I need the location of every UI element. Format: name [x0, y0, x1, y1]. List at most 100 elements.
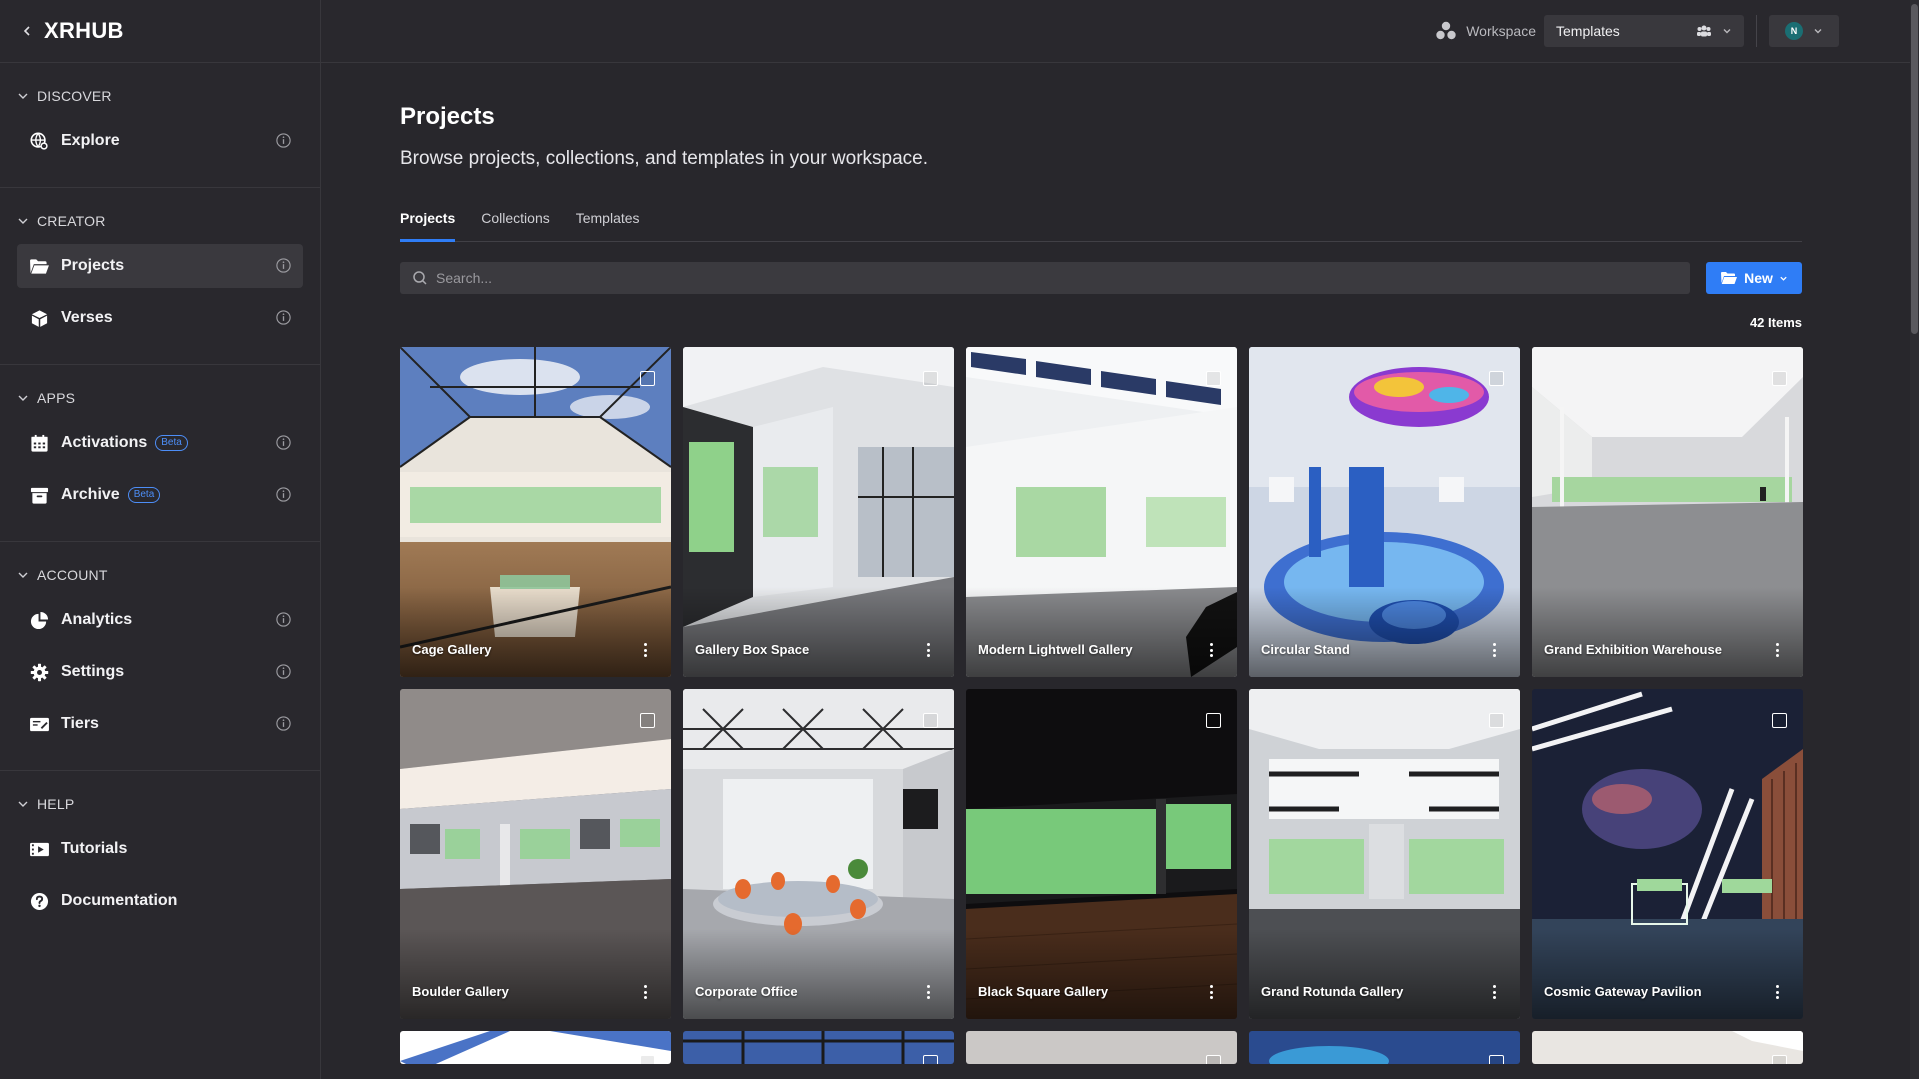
- select-checkbox[interactable]: [923, 371, 938, 386]
- project-thumbnail: [400, 1031, 671, 1064]
- more-options-icon[interactable]: [643, 985, 647, 999]
- ticket-icon: [28, 713, 50, 735]
- tab-templates[interactable]: Templates: [576, 210, 640, 242]
- select-checkbox[interactable]: [1772, 713, 1787, 728]
- more-options-icon[interactable]: [1775, 985, 1779, 999]
- project-card[interactable]: Grand Rotunda Gallery: [1249, 689, 1520, 1019]
- card-overlay: [400, 929, 671, 1019]
- project-card[interactable]: Corporate Office: [683, 689, 954, 1019]
- sidebar-item-verses[interactable]: Verses: [17, 296, 303, 340]
- select-checkbox[interactable]: [1206, 713, 1221, 728]
- more-options-icon[interactable]: [643, 643, 647, 657]
- select-checkbox[interactable]: [923, 713, 938, 728]
- page-scrollbar[interactable]: [1910, 0, 1919, 1079]
- project-name: Grand Rotunda Gallery: [1261, 984, 1404, 999]
- select-checkbox[interactable]: [1772, 1055, 1787, 1064]
- info-icon[interactable]: [275, 611, 293, 629]
- info-icon[interactable]: [275, 486, 293, 504]
- project-card[interactable]: [966, 1031, 1237, 1064]
- project-card[interactable]: [1532, 1031, 1803, 1064]
- select-checkbox[interactable]: [1206, 1055, 1221, 1064]
- project-card[interactable]: Black Square Gallery: [966, 689, 1237, 1019]
- project-card[interactable]: [1249, 1031, 1520, 1064]
- sidebar-section-toggle[interactable]: ACCOUNT: [17, 566, 303, 584]
- info-icon[interactable]: [275, 309, 293, 327]
- select-checkbox[interactable]: [640, 1055, 655, 1064]
- sidebar-item-tiers[interactable]: Tiers: [17, 702, 303, 746]
- workspace-label: Workspace: [1466, 23, 1536, 39]
- info-icon[interactable]: [275, 132, 293, 150]
- sidebar-item-label: Archive: [61, 486, 120, 503]
- project-card[interactable]: Modern Lightwell Gallery: [966, 347, 1237, 677]
- back-button[interactable]: [16, 20, 38, 42]
- sidebar-item-documentation[interactable]: Documentation: [17, 879, 303, 923]
- project-card[interactable]: [683, 1031, 954, 1064]
- info-icon[interactable]: [275, 663, 293, 681]
- new-button[interactable]: New: [1706, 262, 1802, 294]
- project-thumbnail: [966, 1031, 1237, 1064]
- sidebar-item-label: Verses: [61, 309, 113, 326]
- sidebar-section-toggle[interactable]: HELP: [17, 795, 303, 813]
- team-icon: [1697, 25, 1711, 37]
- avatar: N: [1785, 22, 1803, 40]
- project-card[interactable]: [400, 1031, 671, 1064]
- project-card[interactable]: Circular Stand: [1249, 347, 1520, 677]
- sidebar-section-discover: DISCOVER Explore: [0, 63, 320, 188]
- select-checkbox[interactable]: [1489, 371, 1504, 386]
- sidebar-item-archive[interactable]: Archive Beta: [17, 473, 303, 517]
- select-checkbox[interactable]: [640, 713, 655, 728]
- sidebar-section-toggle[interactable]: APPS: [17, 389, 303, 407]
- select-checkbox[interactable]: [923, 1055, 938, 1064]
- sidebar-section-title: HELP: [37, 796, 75, 812]
- sidebar-item-analytics[interactable]: Analytics: [17, 598, 303, 642]
- more-options-icon[interactable]: [1209, 985, 1213, 999]
- project-card[interactable]: Cage Gallery: [400, 347, 671, 677]
- select-checkbox[interactable]: [1489, 713, 1504, 728]
- sidebar-item-label: Activations: [61, 434, 148, 451]
- workspace-select[interactable]: Templates: [1544, 15, 1744, 47]
- select-checkbox[interactable]: [1206, 371, 1221, 386]
- project-card[interactable]: Grand Exhibition Warehouse: [1532, 347, 1803, 677]
- sidebar-item-activations[interactable]: Activations Beta: [17, 421, 303, 465]
- chevron-down-icon: [1814, 29, 1822, 34]
- search-box: [400, 262, 1690, 294]
- more-options-icon[interactable]: [1209, 643, 1213, 657]
- chevron-down-icon: [17, 90, 29, 102]
- project-card[interactable]: Boulder Gallery: [400, 689, 671, 1019]
- new-button-label: New: [1744, 270, 1773, 286]
- project-card[interactable]: Cosmic Gateway Pavilion: [1532, 689, 1803, 1019]
- beta-badge: Beta: [155, 435, 188, 451]
- project-thumbnail: [1249, 1031, 1520, 1064]
- sidebar: XRHUB DISCOVER Explore CREATOR Projects Vers…: [0, 0, 321, 1079]
- search-input[interactable]: [436, 270, 1636, 286]
- sidebar-item-projects[interactable]: Projects: [17, 244, 303, 288]
- chevron-down-icon: [17, 392, 29, 404]
- info-icon[interactable]: [275, 434, 293, 452]
- sidebar-item-explore[interactable]: Explore: [17, 119, 303, 163]
- sidebar-section-help: HELP Tutorials Documentation: [0, 771, 320, 947]
- scrollbar-thumb[interactable]: [1911, 4, 1918, 334]
- card-overlay: [966, 587, 1237, 677]
- select-checkbox[interactable]: [1772, 371, 1787, 386]
- more-options-icon[interactable]: [1492, 985, 1496, 999]
- user-menu[interactable]: N: [1769, 15, 1839, 47]
- sidebar-item-label: Tutorials: [61, 840, 128, 857]
- more-options-icon[interactable]: [1775, 643, 1779, 657]
- sidebar-section-toggle[interactable]: DISCOVER: [17, 87, 303, 105]
- tab-collections[interactable]: Collections: [481, 210, 549, 242]
- more-options-icon[interactable]: [926, 985, 930, 999]
- select-checkbox[interactable]: [640, 371, 655, 386]
- sidebar-item-settings[interactable]: Settings: [17, 650, 303, 694]
- beta-badge: Beta: [127, 487, 161, 503]
- info-icon[interactable]: [275, 715, 293, 733]
- more-options-icon[interactable]: [1492, 643, 1496, 657]
- sidebar-section-toggle[interactable]: CREATOR: [17, 212, 303, 230]
- sidebar-item-tutorials[interactable]: Tutorials: [17, 827, 303, 871]
- select-checkbox[interactable]: [1489, 1055, 1504, 1064]
- info-icon[interactable]: [275, 257, 293, 275]
- project-card[interactable]: Gallery Box Space: [683, 347, 954, 677]
- more-options-icon[interactable]: [926, 643, 930, 657]
- tab-projects[interactable]: Projects: [400, 210, 456, 242]
- question-icon: [28, 890, 50, 912]
- topbar-divider: [1756, 15, 1757, 47]
